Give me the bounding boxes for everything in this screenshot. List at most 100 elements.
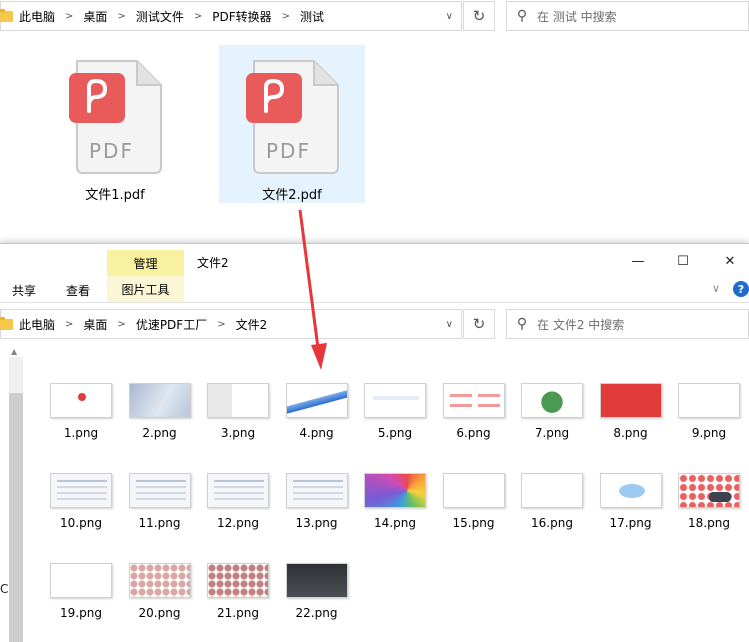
chevron-down-icon[interactable]: ∨: [446, 319, 453, 330]
close-icon[interactable]: ✕: [718, 250, 742, 272]
breadcrumb-item[interactable]: 测试: [300, 8, 324, 25]
pdf-file-icon: PDF: [242, 53, 342, 174]
thumbnail-label: 17.png: [609, 516, 652, 530]
thumbnail-label: 2.png: [142, 426, 177, 440]
minimize-icon[interactable]: —: [626, 250, 650, 272]
chevron-right-icon[interactable]: >: [117, 319, 125, 330]
thumbnail-label: 6.png: [456, 426, 491, 440]
thumbnail-item[interactable]: 5.png: [356, 383, 434, 440]
thumbnail-item[interactable]: 22.png: [278, 563, 356, 620]
search-icon: ⚲: [516, 8, 528, 24]
breadcrumb-item[interactable]: 桌面: [83, 8, 107, 25]
chevron-right-icon[interactable]: >: [217, 319, 225, 330]
breadcrumb-item[interactable]: 此电脑: [19, 316, 55, 333]
image-thumbnail: [285, 563, 348, 598]
thumbnail-item[interactable]: 10.png: [42, 473, 120, 530]
image-thumbnail: [207, 473, 269, 508]
image-thumbnail: [207, 563, 269, 598]
thumbnail-item[interactable]: 19.png: [42, 563, 120, 620]
thumbnail-label: 14.png: [374, 516, 416, 530]
tab-picture-tools[interactable]: 图片工具: [107, 276, 184, 302]
breadcrumb-item[interactable]: 测试文件: [136, 8, 184, 25]
image-thumbnail: [599, 383, 662, 418]
thumbnail-item[interactable]: 2.png: [121, 383, 199, 440]
tab-manage[interactable]: 管理: [107, 250, 184, 276]
file-name: 文件1.pdf: [85, 188, 145, 203]
refresh-button[interactable]: ↻: [463, 309, 495, 339]
address-bar[interactable]: 此电脑 > 桌面 > 测试文件 > PDF转换器 > 测试 ∨: [0, 1, 462, 31]
breadcrumb-item[interactable]: 桌面: [83, 316, 107, 333]
help-icon[interactable]: ?: [733, 281, 749, 297]
search-placeholder: 在 文件2 中搜索: [537, 317, 625, 332]
pdf-badge: PDF: [266, 139, 311, 163]
thumbnail-item[interactable]: 3.png: [199, 383, 277, 440]
breadcrumb-item[interactable]: PDF转换器: [212, 8, 271, 25]
thumbnail-label: 22.png: [295, 606, 338, 620]
chevron-right-icon[interactable]: >: [194, 11, 202, 22]
thumbnail-item[interactable]: 1.png: [42, 383, 120, 440]
image-thumbnail: [128, 473, 191, 508]
chevron-right-icon[interactable]: >: [65, 11, 73, 22]
breadcrumb-item[interactable]: 文件2: [236, 316, 268, 333]
thumbnail-item[interactable]: 20.png: [121, 563, 199, 620]
thumbnail-label: 18.png: [688, 516, 730, 530]
chevron-right-icon[interactable]: >: [117, 11, 125, 22]
thumbnail-item[interactable]: 16.png: [513, 473, 591, 530]
search-placeholder: 在 测试 中搜索: [537, 9, 617, 24]
chevron-right-icon[interactable]: >: [65, 319, 73, 330]
image-thumbnail: [364, 473, 426, 508]
bottom-explorer-window: 管理 图片工具 文件2 — ☐ ✕ 共享 查看 ∨ ? 此电脑 > 桌面 > 优速PDF…: [0, 243, 749, 642]
file-item[interactable]: PDF 文件1.pdf: [42, 45, 188, 203]
image-thumbnail: [599, 473, 662, 508]
thumbnail-item[interactable]: 9.png: [670, 383, 748, 440]
search-box[interactable]: ⚲ 在 文件2 中搜索: [506, 309, 749, 339]
image-thumbnail: [521, 473, 583, 508]
pdf-file-icon: PDF: [65, 53, 165, 174]
file-name: 文件2.pdf: [262, 188, 322, 203]
thumbnail-item[interactable]: 15.png: [435, 473, 513, 530]
refresh-button[interactable]: ↻: [463, 1, 495, 31]
tab-view[interactable]: 查看: [66, 282, 90, 299]
tab-share[interactable]: 共享: [12, 282, 36, 299]
thumbnail-label: 15.png: [452, 516, 495, 530]
thumbnail-item[interactable]: 12.png: [199, 473, 277, 530]
search-box[interactable]: ⚲ 在 测试 中搜索: [506, 1, 749, 31]
image-thumbnail: [50, 473, 112, 508]
thumbnail-label: 12.png: [217, 516, 259, 530]
thumbnail-item[interactable]: 4.png: [278, 383, 356, 440]
nav-pane-scrollbar[interactable]: ▲: [0, 347, 26, 642]
thumbnail-item[interactable]: 8.png: [592, 383, 670, 440]
image-thumbnail: [678, 383, 740, 418]
thumbnail-item[interactable]: 17.png: [592, 473, 670, 530]
search-icon: ⚲: [516, 316, 528, 332]
chevron-right-icon[interactable]: >: [282, 11, 290, 22]
maximize-icon[interactable]: ☐: [671, 250, 695, 272]
pdf-badge: PDF: [89, 139, 134, 163]
thumbnail-item[interactable]: 18.png: [670, 473, 748, 530]
image-thumbnail: [678, 473, 740, 508]
scrollbar-thumb[interactable]: [9, 393, 23, 642]
thumbnail-label: 11.png: [138, 516, 181, 530]
breadcrumb-item[interactable]: 优速PDF工厂: [136, 316, 207, 333]
scroll-up-icon[interactable]: ▲: [11, 347, 17, 356]
thumbnail-item[interactable]: 13.png: [278, 473, 356, 530]
image-thumbnail: [285, 383, 348, 418]
thumbnail-label: 7.png: [534, 426, 570, 440]
folder-icon: [0, 8, 13, 22]
image-thumbnail: [285, 473, 348, 508]
thumbnail-label: 21.png: [217, 606, 259, 620]
chevron-down-icon[interactable]: ∨: [712, 282, 720, 295]
thumbnail-item[interactable]: 7.png: [513, 383, 591, 440]
file-item-selected[interactable]: PDF 文件2.pdf: [219, 45, 365, 203]
thumbnail-item[interactable]: 6.png: [435, 383, 513, 440]
breadcrumb: 此电脑 > 桌面 > 优速PDF工厂 > 文件2: [19, 316, 267, 333]
image-thumbnail: [207, 383, 269, 418]
thumbnail-item[interactable]: 14.png: [356, 473, 434, 530]
chevron-down-icon[interactable]: ∨: [446, 11, 453, 22]
thumbnail-item[interactable]: 11.png: [121, 473, 199, 530]
thumbnail-label: 20.png: [138, 606, 181, 620]
breadcrumb-item[interactable]: 此电脑: [19, 8, 55, 25]
address-bar[interactable]: 此电脑 > 桌面 > 优速PDF工厂 > 文件2 ∨: [0, 309, 462, 339]
top-explorer-window: 此电脑 > 桌面 > 测试文件 > PDF转换器 > 测试 ∨ ↻ ⚲ 在 测试 中搜索 PDF…: [0, 0, 749, 245]
thumbnail-item[interactable]: 21.png: [199, 563, 277, 620]
